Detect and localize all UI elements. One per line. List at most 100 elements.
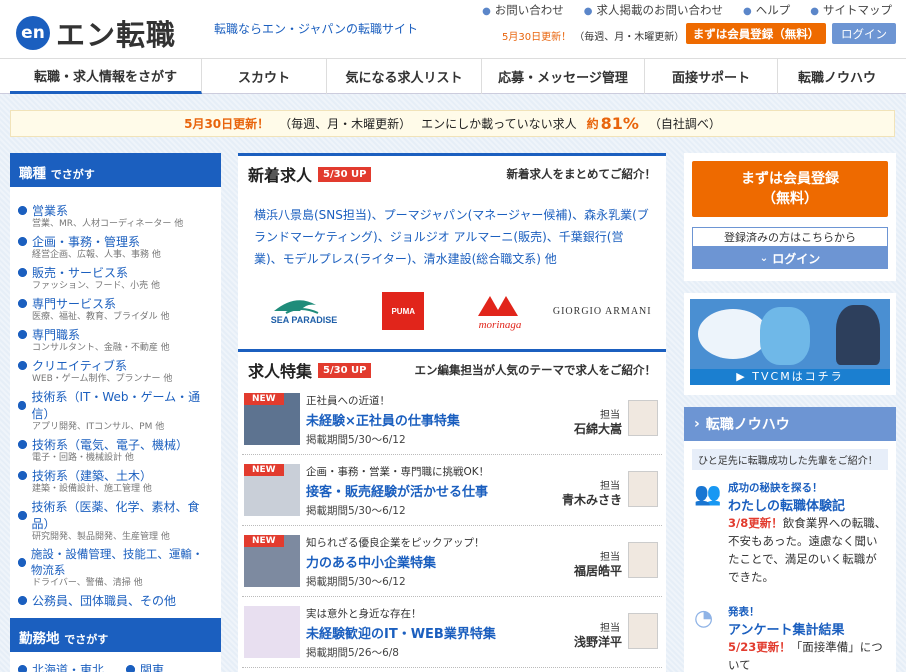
register-button[interactable]: まずは会員登録（無料） (686, 23, 826, 44)
region-item[interactable]: 関東 (126, 660, 164, 672)
feature-period: 掲載期間5/30〜6/12 (306, 576, 406, 588)
play-icon: ▶ (736, 370, 753, 383)
category-title[interactable]: 技術系（IT・Web・ゲーム・通信） (18, 388, 213, 422)
util-link-sitemap[interactable]: サイトマップ (810, 2, 892, 18)
feature-item[interactable]: NEW 企画・事務・営業・専門職に挑戦OK！ 接客・販売経験が活かせる仕事 掲載… (242, 455, 662, 526)
category-item[interactable]: 専門職系 コンサルタント、金融・不動産 他 (18, 325, 213, 356)
site-logo[interactable]: en エン転職 (16, 12, 176, 54)
knowhow-item-body: 5/23更新！「面接準備」について (728, 638, 888, 672)
features-header-wrap: 求人特集 5/30 UP エン編集担当が人気のテーマで求人をご紹介！ (238, 349, 666, 388)
banner-percent: 81% (600, 114, 639, 133)
category-title[interactable]: 企画・事務・管理系 (18, 233, 213, 250)
category-title[interactable]: 専門職系 (18, 326, 213, 343)
category-title[interactable]: 公務員、団体職員、その他 (18, 592, 213, 609)
logo-morinaga[interactable]: morinaga (453, 290, 553, 332)
register-big-line2: （無料） (762, 191, 818, 207)
feature-item[interactable]: NEW 知られざる優良企業をピックアップ！ 力のある中小企業特集 掲載期間5/3… (242, 526, 662, 597)
new-badge: NEW (244, 535, 284, 547)
staff-avatar (628, 542, 658, 578)
category-item[interactable]: 技術系（医薬、化学、素材、食品） 研究開発、製品開発、生産管理 他 (18, 497, 213, 545)
new-jobs-companies[interactable]: 横浜八景島(SNS担当)、プーマジャパン(マネージャー候補)、森永乳業(ブランド… (238, 192, 666, 270)
category-item[interactable]: 技術系（電気、電子、機械） 電子・回路・機械設計 他 (18, 435, 213, 466)
logo-puma[interactable]: PUMA (354, 292, 454, 330)
staff-avatar (628, 400, 658, 436)
nav-scout[interactable]: スカウト (202, 59, 327, 94)
feature-title[interactable]: 接客・販売経験が活かせる仕事 (306, 481, 488, 500)
tvcm-person (836, 305, 880, 365)
category-sub: ファッション、フード、小売 他 (32, 281, 160, 291)
nav-watchlist[interactable]: 気になる求人リスト (327, 59, 482, 94)
features-badge: 5/30 UP (318, 362, 372, 378)
knowhow-title: 転職ノウハウ (705, 417, 790, 433)
logo-sea-paradise-text: SEA PARADISE (270, 315, 337, 325)
category-sub: 建築・設備設計、施工管理 他 (32, 484, 152, 494)
sidebar-login-button[interactable]: ⌄ ログイン (692, 247, 888, 269)
knowhow-item-title[interactable]: わたしの転職体験記 (728, 495, 888, 514)
feature-subtitle: 正社員への近道！ (306, 395, 390, 407)
category-title[interactable]: 技術系（建築、土木） (18, 467, 213, 484)
knowhow-item-title[interactable]: アンケート集計結果 (728, 619, 888, 638)
category-item[interactable]: クリエイティブ系 WEB・ゲーム制作、プランナー 他 (18, 356, 213, 387)
feature-title[interactable]: 力のある中小企業特集 (306, 552, 436, 571)
util-link-help[interactable]: ヘルプ (743, 2, 791, 18)
category-item[interactable]: 専門サービス系 医療、福祉、教育、ブライダル 他 (18, 294, 213, 325)
header-update-info: 5月30日更新！ （毎週、月・木曜更新） (502, 28, 684, 43)
chevron-down-icon: ⌄ (759, 252, 769, 264)
banner-date: 5月30日更新！ (184, 117, 270, 131)
logo-sea-paradise[interactable]: SEA PARADISE (254, 291, 354, 331)
feature-item[interactable]: NEW 正社員への近道！ 未経験×正社員の仕事特集 掲載期間5/30〜6/12 … (242, 384, 662, 455)
util-link-contact[interactable]: お問い合わせ (482, 2, 564, 18)
login-button[interactable]: ログイン (832, 23, 896, 44)
staff-label: 担当 (600, 410, 620, 421)
region-title[interactable]: 北海道・東北 (18, 661, 104, 672)
nav-search-jobs[interactable]: 転職・求人情報をさがす (10, 59, 202, 94)
category-title[interactable]: クリエイティブ系 (18, 357, 213, 374)
feature-title[interactable]: 未経験×正社員の仕事特集 (306, 410, 460, 429)
banner-approx: 約 (586, 117, 599, 131)
region-item[interactable]: 北海道・東北 (18, 660, 104, 672)
logo-armani[interactable]: GIORGIO ARMANI (553, 306, 653, 317)
region-title[interactable]: 関東 (126, 661, 164, 672)
tvcm-label: ▶ TVCMはコチラ (690, 369, 890, 385)
banner-lead: エンにしか載っていない求人 (421, 117, 577, 131)
new-badge: NEW (244, 393, 284, 405)
sidebar-heading: 職種 でさがす (10, 153, 221, 187)
category-item[interactable]: 販売・サービス系 ファッション、フード、小売 他 (18, 263, 213, 294)
feature-subtitle: 企画・事務・営業・専門職に挑戦OK！ (306, 466, 490, 478)
knowhow-item-body: 3/8更新！飲食業界への転職、不安もあった。遠慮なく聞いたことで、満足のいく転職… (728, 514, 888, 586)
category-title[interactable]: 施設・設備管理、技能工、運輸・物流系 (18, 546, 213, 578)
feature-item[interactable]: 実は意外と身近な存在！ 未経験歓迎のIT・WEB業界特集 掲載期間5/26〜6/… (242, 597, 662, 668)
category-item[interactable]: 企画・事務・管理系 経営企画、広報、人事、事務 他 (18, 232, 213, 263)
category-item[interactable]: 技術系（IT・Web・ゲーム・通信） アプリ開発、ITコンサル、PM 他 (18, 387, 213, 435)
nav-interview-support[interactable]: 面接サポート (645, 59, 778, 94)
nav-knowhow[interactable]: 転職ノウハウ (778, 59, 896, 94)
tvcm-banner[interactable]: ▶ TVCMはコチラ (684, 293, 896, 395)
category-item[interactable]: 技術系（建築、土木） 建築・設備設計、施工管理 他 (18, 466, 213, 497)
category-sub: ドライバー、警備、清掃 他 (32, 578, 143, 588)
category-title[interactable]: 販売・サービス系 (18, 264, 213, 281)
category-title[interactable]: 営業系 (18, 202, 213, 219)
update-banner: 5月30日更新！ （毎週、月・木曜更新） エンにしか載っていない求人 約 81%… (10, 110, 895, 137)
category-item[interactable]: 公務員、団体職員、その他 (18, 591, 213, 611)
staff-name: 浅野洋平 (573, 635, 622, 649)
category-title[interactable]: 技術系（医薬、化学、素材、食品） (18, 498, 213, 532)
category-title[interactable]: 専門サービス系 (18, 295, 213, 312)
knowhow-item[interactable]: 👥 成功の秘訣を探る！ わたしの転職体験記 3/8更新！飲食業界への転職、不安も… (684, 478, 896, 592)
register-big-button[interactable]: まずは会員登録 （無料） (692, 161, 888, 217)
knowhow-item[interactable]: ◔ 発表！ アンケート集計結果 5/23更新！「面接準備」について (684, 602, 896, 672)
global-nav: 転職・求人情報をさがす スカウト 気になる求人リスト 応募・メッセージ管理 面接… (0, 58, 906, 94)
header-update-date: 5月30日更新！ (502, 32, 572, 43)
category-item[interactable]: 営業系 営業、MR、人材コーディネーター 他 (18, 201, 213, 232)
category-item[interactable]: 施設・設備管理、技能工、運輸・物流系 ドライバー、警備、清掃 他 (18, 545, 213, 591)
knowhow-update: 5/23更新！ (728, 640, 791, 654)
feature-period: 掲載期間5/30〜6/12 (306, 505, 406, 517)
category-title[interactable]: 技術系（電気、電子、機械） (18, 436, 213, 453)
logo-name: エン転職 (56, 18, 177, 52)
nav-applications[interactable]: 応募・メッセージ管理 (482, 59, 645, 94)
util-link-job-posting[interactable]: 求人掲載のお問い合わせ (584, 2, 724, 18)
knowhow-header: › 転職ノウハウ (684, 407, 896, 441)
feature-title[interactable]: 未経験歓迎のIT・WEB業界特集 (306, 623, 496, 642)
feature-list: NEW 正社員への近道！ 未経験×正社員の仕事特集 掲載期間5/30〜6/12 … (242, 384, 662, 668)
knowhow-box: › 転職ノウハウ ひと足先に転職成功した先輩をご紹介！ 👥 成功の秘訣を探る！ … (684, 407, 896, 672)
knowhow-note: ひと足先に転職成功した先輩をご紹介！ (692, 449, 888, 470)
